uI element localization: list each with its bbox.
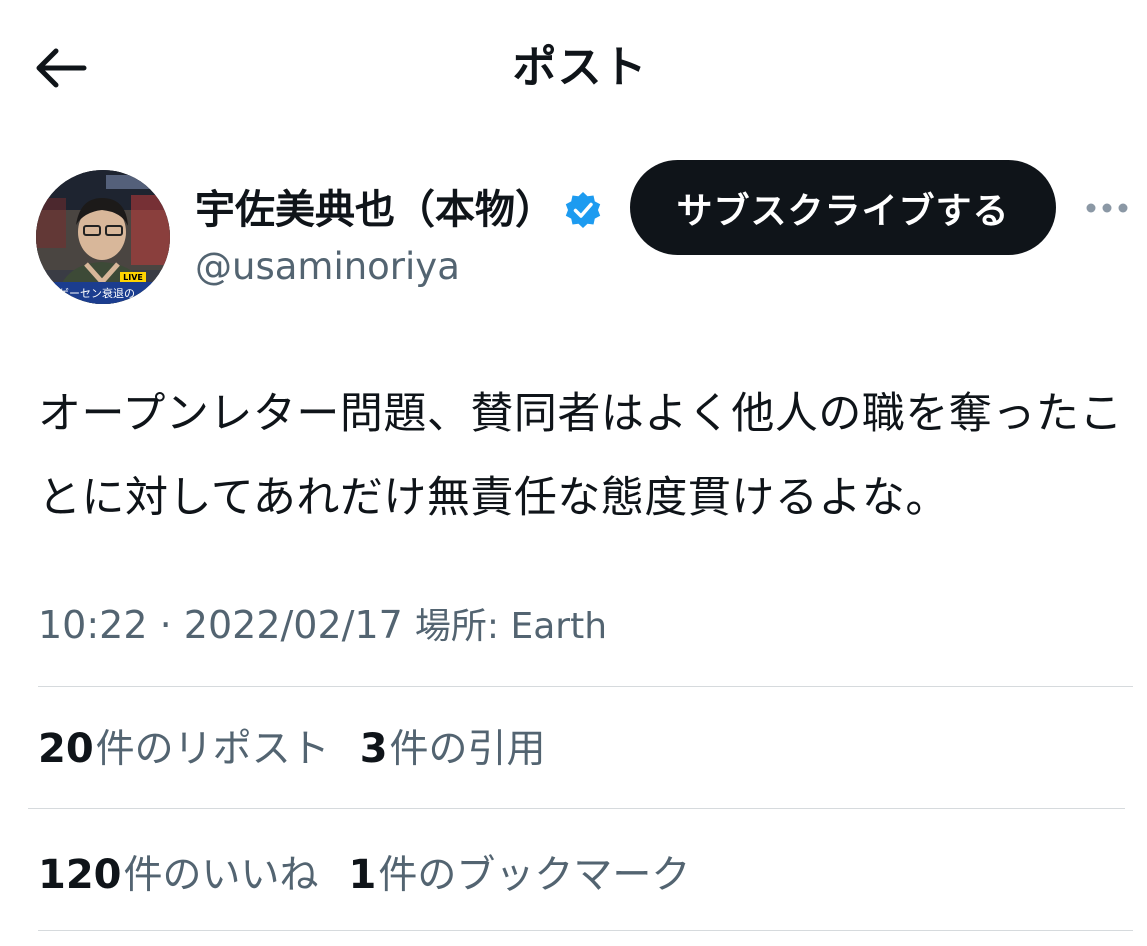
tweet-meta: 10:22 · 2022/02/17 場所: Earth	[38, 598, 607, 654]
bookmarks-label: 件のブックマーク	[378, 853, 691, 898]
avatar-image: LIVE ゲーセン衰退の	[36, 170, 170, 304]
reposts-stat[interactable]: 20 件のリポスト	[38, 718, 330, 774]
bookmarks-count: 1	[348, 852, 377, 898]
avatar-live-text: LIVE	[123, 273, 143, 282]
tweet-text: オープンレター問題、賛同者はよく他人の職を奪ったことに対してあれだけ無責任な態度…	[38, 389, 1123, 523]
likes-count: 120	[38, 852, 122, 898]
more-dots-icon	[1086, 203, 1128, 213]
subscribe-button[interactable]: サブスクライブする	[630, 160, 1056, 255]
quotes-stat[interactable]: 3 件の引用	[360, 718, 546, 774]
author-section: LIVE ゲーセン衰退の 宇佐美典也（本物） @usaminoriya サブスク…	[0, 160, 1147, 310]
avatar[interactable]: LIVE ゲーセン衰退の	[36, 170, 170, 304]
page-title: ポスト	[512, 42, 648, 93]
display-name-row: 宇佐美典也（本物）	[195, 182, 603, 238]
stats-row-reposts: 20 件のリポスト 3 件の引用	[38, 716, 576, 776]
reposts-label: 件のリポスト	[95, 727, 330, 772]
tweet-time[interactable]: 10:22	[38, 603, 148, 647]
divider	[28, 808, 1125, 809]
quotes-count: 3	[359, 726, 388, 772]
avatar-caption: ゲーセン衰退の	[58, 286, 135, 300]
top-bar: ポスト	[0, 0, 1147, 130]
divider	[38, 686, 1133, 687]
likes-stat[interactable]: 120 件のいいね	[38, 844, 319, 900]
tweet-location: 場所: Earth	[414, 606, 608, 647]
bookmarks-stat[interactable]: 1 件のブックマーク	[349, 844, 691, 900]
quotes-label: 件の引用	[389, 727, 546, 772]
user-handle[interactable]: @usaminoriya	[195, 242, 460, 292]
meta-separator: ·	[159, 603, 172, 647]
likes-label: 件のいいね	[123, 853, 319, 898]
verified-badge-icon[interactable]	[563, 190, 603, 230]
divider	[38, 930, 1133, 931]
tweet-date[interactable]: 2022/02/17	[184, 603, 403, 647]
more-button[interactable]	[1082, 188, 1132, 228]
reposts-count: 20	[38, 726, 94, 772]
stats-row-likes: 120 件のいいね 1 件のブックマーク	[38, 842, 720, 902]
display-name[interactable]: 宇佐美典也（本物）	[195, 182, 555, 238]
